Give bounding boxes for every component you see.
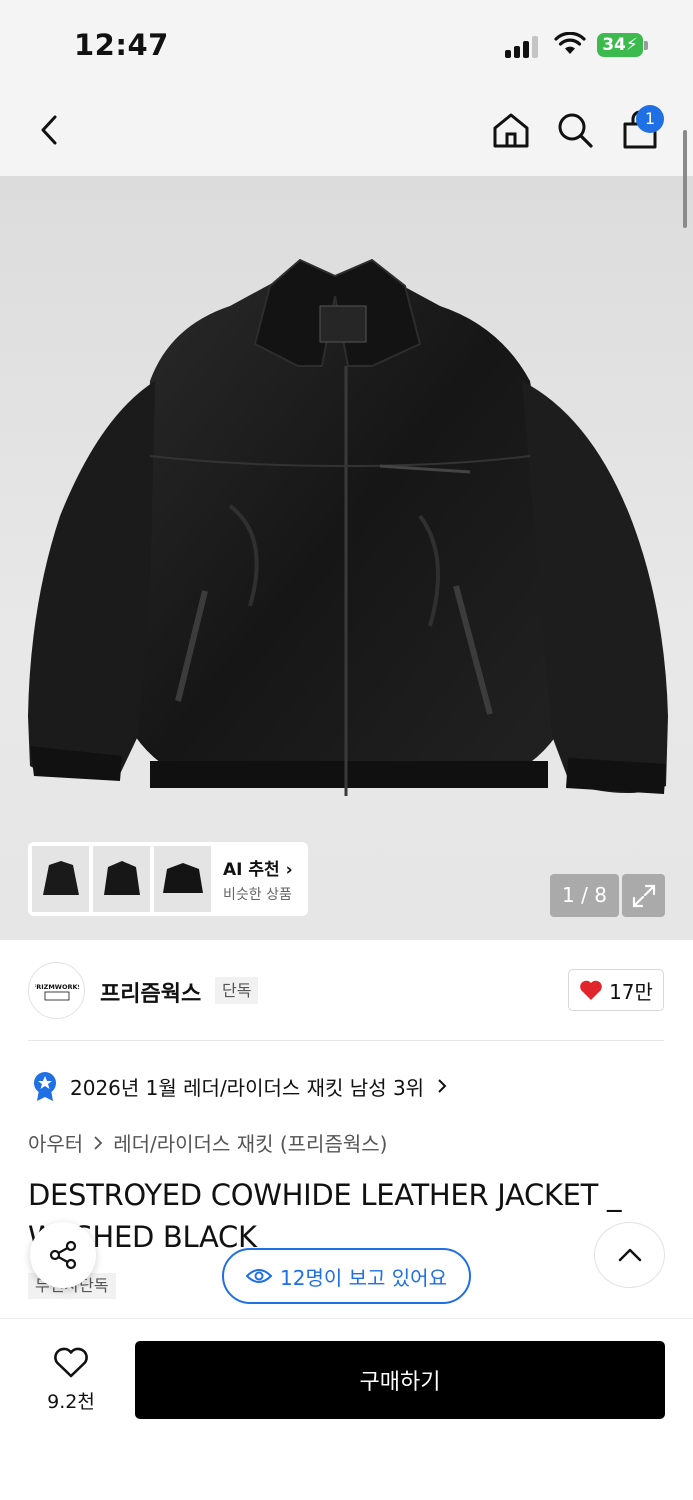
breadcrumb: 아우터 레더/라이더스 재킷 (프리즘웍스) xyxy=(28,1128,387,1157)
ai-thumb-1 xyxy=(32,846,89,912)
battery-icon: 34⚡ xyxy=(597,33,643,57)
status-bar: 12:47 34⚡ xyxy=(0,0,693,92)
home-icon xyxy=(493,113,529,148)
svg-text:FRIZMWORKS: FRIZMWORKS xyxy=(35,983,79,991)
eye-icon xyxy=(246,1269,273,1283)
ranking-medal-icon xyxy=(34,1072,56,1101)
signal-icon xyxy=(505,36,543,58)
image-page-counter: 1 / 8 xyxy=(550,874,619,917)
ranking-text: 2026년 1월 레더/라이더스 재킷 남성 3위 xyxy=(70,1075,425,1100)
chevron-up-icon xyxy=(618,1248,641,1262)
product-image-carousel[interactable]: AI 추천 › 비슷한 상품 1 / 8 xyxy=(0,176,693,940)
scroll-to-top-button[interactable] xyxy=(594,1222,665,1288)
share-icon xyxy=(49,1240,77,1270)
leather-jacket-image xyxy=(28,258,668,796)
battery-cap xyxy=(644,41,648,50)
jacket-thumbnail-icon xyxy=(42,861,79,895)
viewers-text: 12명이 보고 있어요 xyxy=(280,1265,447,1290)
ai-text: AI 추천 › 비슷한 상품 xyxy=(223,855,293,904)
expand-icon xyxy=(632,884,655,907)
viewers-pill[interactable]: 12명이 보고 있어요 xyxy=(222,1248,471,1304)
wishlist-button[interactable]: 9.2천 xyxy=(36,1347,106,1414)
exclusive-badge: 단독 xyxy=(215,977,259,1004)
heart-outline-icon xyxy=(54,1347,88,1378)
search-icon xyxy=(558,113,593,148)
expand-image-button[interactable] xyxy=(622,874,665,917)
brand-like-button[interactable]: 17만 xyxy=(568,969,664,1011)
chevron-right-icon xyxy=(438,1079,447,1093)
jacket-thumbnail-icon xyxy=(162,863,203,893)
ai-subtitle: 비슷한 상품 xyxy=(223,886,292,903)
chevron-right-icon xyxy=(94,1135,103,1150)
page-scrollbar[interactable] xyxy=(683,130,687,228)
brand-logo-mark: FRIZMWORKS xyxy=(35,983,79,1000)
brand-like-count: 17만 xyxy=(609,979,653,1004)
breadcrumb-subcategory[interactable]: 레더/라이더스 재킷 (프리즘웍스) xyxy=(113,1128,387,1157)
divider xyxy=(28,1040,664,1041)
share-button[interactable] xyxy=(30,1222,96,1288)
breadcrumb-category[interactable]: 아우터 xyxy=(28,1128,83,1157)
search-button[interactable] xyxy=(551,106,599,154)
wifi-icon xyxy=(554,32,586,54)
buy-button[interactable]: 구매하기 xyxy=(135,1341,665,1419)
ai-recommendation-card[interactable]: AI 추천 › 비슷한 상품 xyxy=(28,842,308,916)
ai-thumb-3 xyxy=(154,846,211,912)
brand-name[interactable]: 프리즘웍스 xyxy=(100,976,201,1008)
wishlist-count: 9.2천 xyxy=(47,1391,95,1413)
jacket-thumbnail-icon xyxy=(103,861,140,895)
chevron-left-icon xyxy=(41,115,57,145)
heart-filled-icon xyxy=(580,980,602,1000)
bottom-action-bar: 9.2천 구매하기 xyxy=(0,1318,693,1500)
back-button[interactable] xyxy=(26,106,74,154)
brand-logo[interactable]: FRIZMWORKS xyxy=(28,962,85,1019)
nav-bar xyxy=(0,92,693,176)
status-time: 12:47 xyxy=(74,28,169,62)
cart-count-badge: 1 xyxy=(636,105,664,133)
home-button[interactable] xyxy=(487,106,535,154)
ai-thumb-2 xyxy=(93,846,150,912)
battery-level: 34 xyxy=(602,35,626,55)
ai-title: AI 추천 › xyxy=(223,859,293,880)
ranking-row[interactable]: 2026년 1월 레더/라이더스 재킷 남성 3위 xyxy=(32,1070,448,1102)
product-title: DESTROYED COWHIDE LEATHER JACKET _ WASHE… xyxy=(28,1178,622,1254)
